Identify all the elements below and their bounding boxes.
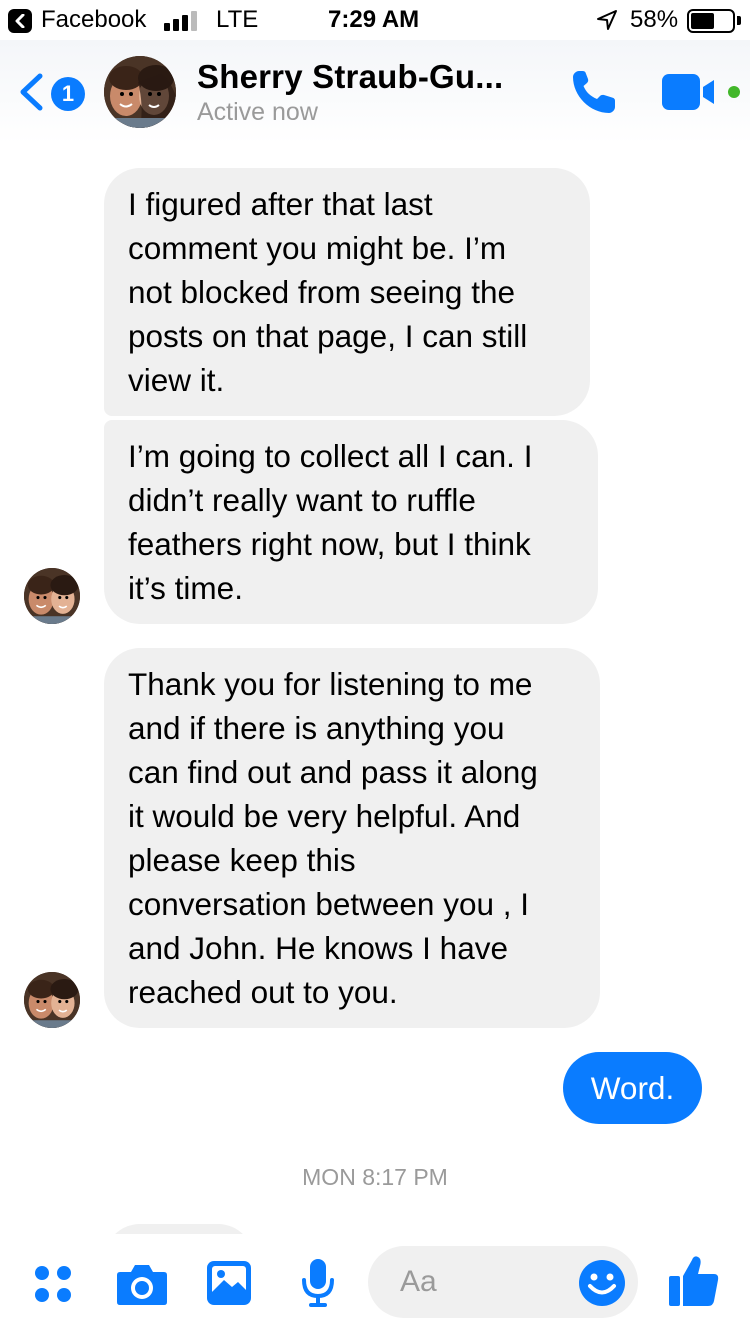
- status-bar: Facebook LTE 7:29 AM 58%: [0, 0, 750, 40]
- conversation-header: 1 Sherry Straub-Gu... Active now: [0, 40, 750, 144]
- video-call-icon[interactable]: [662, 74, 718, 110]
- contact-name[interactable]: Sherry Straub-Gu...: [197, 58, 503, 96]
- contact-avatar[interactable]: [104, 56, 176, 128]
- signal-strength-icon: [164, 9, 198, 31]
- unread-count-badge: 1: [51, 77, 85, 111]
- battery-cap: [737, 16, 741, 25]
- network-type: LTE: [216, 6, 259, 33]
- sender-avatar[interactable]: [24, 568, 80, 624]
- location-arrow-icon: [597, 10, 617, 30]
- message-text: Word.: [590, 1070, 675, 1106]
- message-composer: Aa: [0, 1234, 750, 1334]
- thumbs-up-icon[interactable]: [668, 1254, 720, 1308]
- contact-active-status: Active now: [197, 98, 318, 126]
- message-input[interactable]: Aa: [368, 1246, 638, 1318]
- message-bubble-sent[interactable]: Word.: [563, 1052, 702, 1124]
- message-bubble-received[interactable]: I figured after that last comment you mi…: [104, 168, 590, 416]
- message-bubble-received[interactable]: I’m going to collect all I can. I didn’t…: [104, 420, 598, 624]
- phone-call-icon[interactable]: [568, 66, 620, 118]
- apps-icon[interactable]: [33, 1264, 75, 1306]
- message-text: I’m going to collect all I can. I didn’t…: [128, 438, 533, 606]
- chevron-left-icon: [20, 73, 43, 111]
- message-bubble-received[interactable]: Thank you for listening to me and if the…: [104, 648, 600, 1028]
- message-input-placeholder: Aa: [400, 1265, 437, 1298]
- online-indicator: [728, 86, 740, 98]
- back-button[interactable]: 1: [16, 68, 86, 116]
- emoji-icon[interactable]: [578, 1259, 626, 1307]
- status-time: 7:29 AM: [328, 6, 420, 33]
- message-text: Thank you for listening to me and if the…: [128, 666, 538, 1010]
- microphone-icon[interactable]: [301, 1258, 335, 1308]
- conversation-timestamp: MON 8:17 PM: [302, 1164, 448, 1190]
- back-app-label[interactable]: Facebook: [41, 6, 146, 34]
- battery-icon: [687, 9, 735, 33]
- message-text: I figured after that last comment you mi…: [128, 186, 528, 398]
- photo-icon[interactable]: [206, 1260, 252, 1306]
- battery-percent: 58%: [630, 6, 679, 33]
- back-to-app-icon[interactable]: [8, 9, 32, 33]
- camera-icon[interactable]: [116, 1262, 168, 1306]
- sender-avatar[interactable]: [24, 972, 80, 1028]
